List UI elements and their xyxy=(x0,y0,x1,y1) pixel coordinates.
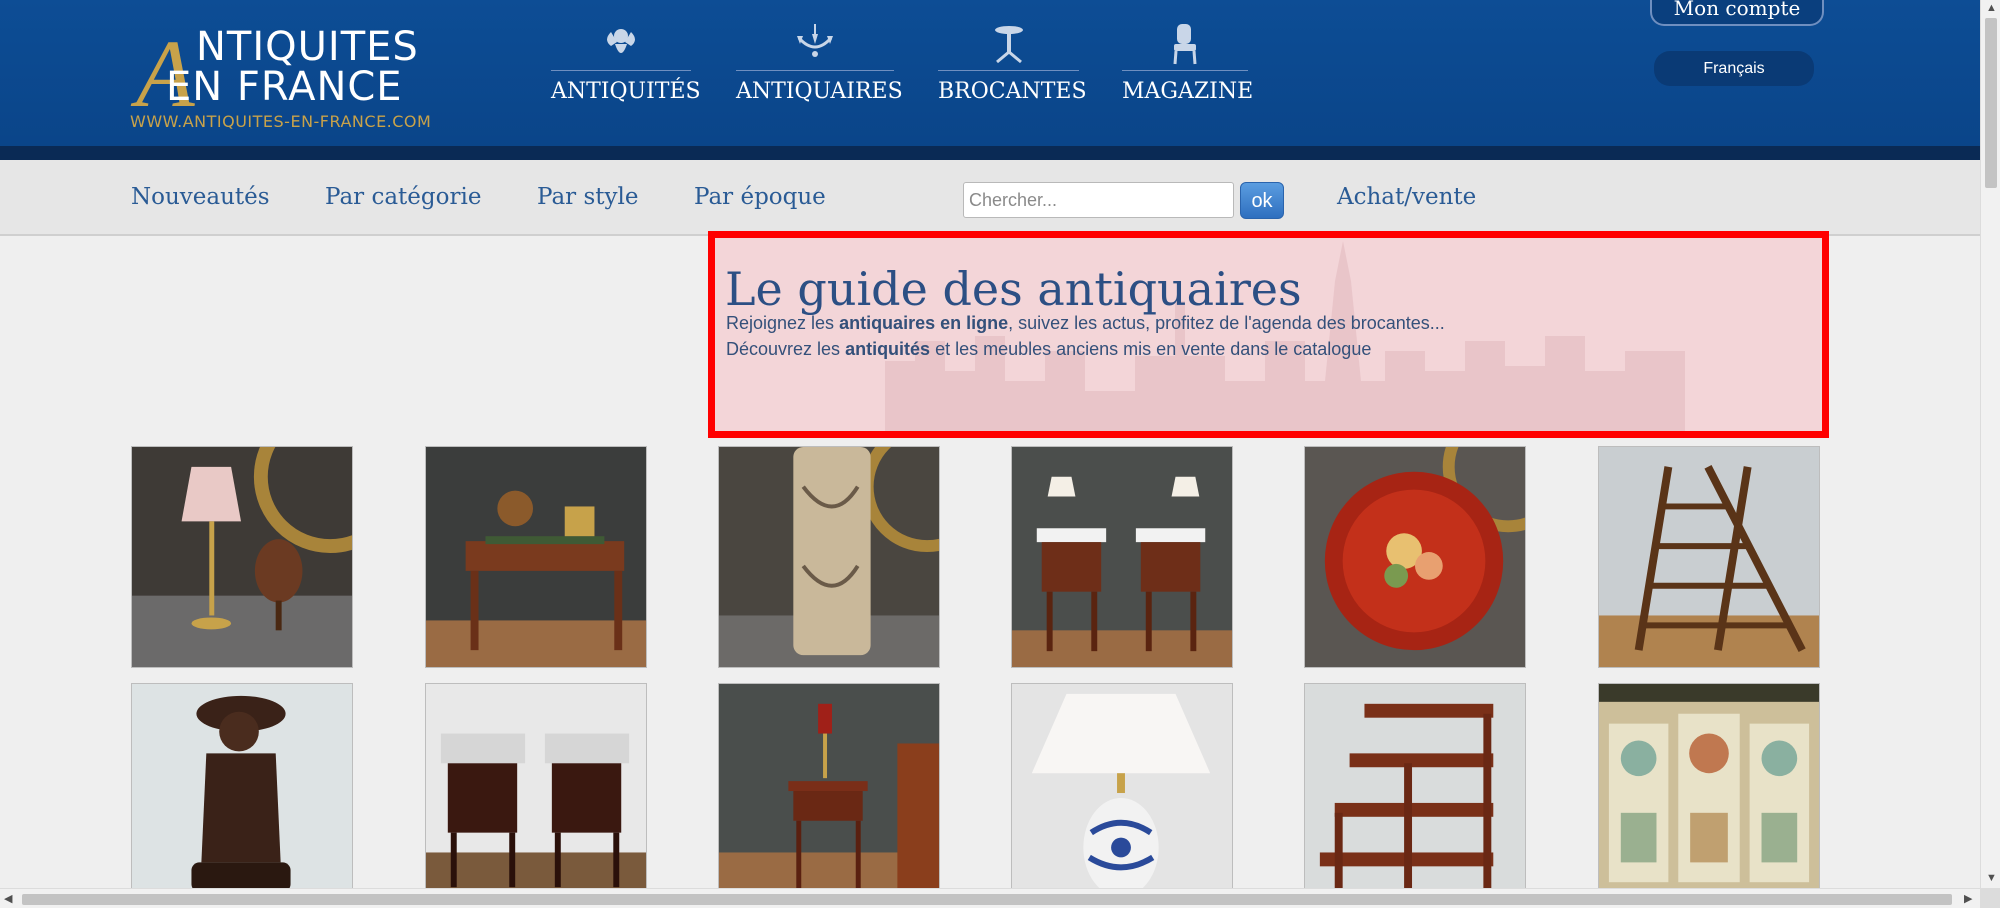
logo-text-line2: EN FRANCE xyxy=(166,64,403,110)
marble-top-nightstands-photo xyxy=(426,684,646,904)
pair-of-nightstands-photo xyxy=(1012,447,1232,667)
product-tile-library-ladder[interactable] xyxy=(1598,446,1820,668)
subnav-par-categorie[interactable]: Par catégorie xyxy=(325,184,481,210)
topnav-magazine[interactable]: MAGAZINE xyxy=(1122,22,1253,112)
bronze-statue-photo xyxy=(132,684,352,904)
umbrella-stand-photo xyxy=(719,447,939,667)
scroll-down-arrow-icon[interactable]: ▼ xyxy=(1986,872,1997,884)
account-button[interactable]: Mon compte xyxy=(1650,0,1824,26)
search-input[interactable] xyxy=(963,182,1234,218)
product-tile-nightstands[interactable] xyxy=(1011,446,1233,668)
small-side-table-photo xyxy=(719,684,939,904)
horizontal-scrollbar[interactable]: ◀ ▶ xyxy=(0,888,1980,908)
horizontal-scroll-thumb[interactable] xyxy=(22,894,1952,905)
blue-white-lamp-photo xyxy=(1012,684,1232,904)
subnav-nouveautes[interactable]: Nouveautés xyxy=(131,184,270,210)
logo-text-line1: NTIQUITES xyxy=(196,24,419,70)
product-tile-umbrella-stand[interactable] xyxy=(718,446,940,668)
scroll-right-arrow-icon[interactable]: ▶ xyxy=(1964,892,1972,905)
writing-desk-photo xyxy=(426,447,646,667)
subnav-achat-vente[interactable]: Achat/vente xyxy=(1337,184,1476,210)
product-tile-bronze-statue[interactable] xyxy=(131,683,353,905)
topnav-brocantes-label: BROCANTES xyxy=(938,79,1087,104)
painted-boiserie-panels-photo xyxy=(1599,684,1819,904)
chandelier-icon xyxy=(793,22,837,66)
armchair-icon xyxy=(1163,22,1207,66)
step-library-stairs-photo xyxy=(1305,684,1525,904)
red-tole-tray-photo xyxy=(1305,447,1525,667)
topnav-brocantes[interactable]: BROCANTES xyxy=(938,22,1087,112)
hero-line-1: Rejoignez les antiquaires en ligne, suiv… xyxy=(726,313,1445,333)
topnav-antiquites-label: ANTIQUITÉS xyxy=(551,79,701,104)
topnav-magazine-label: MAGAZINE xyxy=(1122,79,1254,104)
topnav-antiquites[interactable]: ANTIQUITÉS xyxy=(551,22,701,112)
product-tile-painted-panels[interactable] xyxy=(1598,683,1820,905)
product-tile-marble-nightstands[interactable] xyxy=(425,683,647,905)
subnav-par-style[interactable]: Par style xyxy=(537,184,638,210)
topnav-antiquaires[interactable]: ANTIQUAIRES xyxy=(736,22,903,112)
gueridon-table-icon xyxy=(987,22,1031,66)
lamp-and-globe-photo xyxy=(132,447,352,667)
hero-title: Le guide des antiquaires xyxy=(725,262,1302,316)
hero-banner: Le guide des antiquaires Rejoignez les a… xyxy=(708,231,1829,438)
scroll-left-arrow-icon[interactable]: ◀ xyxy=(4,892,12,905)
subnav-par-epoque[interactable]: Par époque xyxy=(694,184,826,210)
product-tile-writing-desk[interactable] xyxy=(425,446,647,668)
vertical-scrollbar[interactable]: ▲ ▼ xyxy=(1980,0,2000,888)
product-tile-lamp-globe[interactable] xyxy=(131,446,353,668)
product-tile-library-steps[interactable] xyxy=(1304,683,1526,905)
product-tile-red-tray[interactable] xyxy=(1304,446,1526,668)
link-antiquaires-en-ligne[interactable]: antiquaires en ligne xyxy=(839,313,1008,333)
topnav-antiquaires-label: ANTIQUAIRES xyxy=(736,79,903,104)
library-ladder-photo xyxy=(1599,447,1819,667)
search-ok-button[interactable]: ok xyxy=(1240,182,1284,219)
site-logo[interactable]: A NTIQUITES EN FRANCE WWW.ANTIQUITES-EN-… xyxy=(130,22,450,132)
product-tile-side-table[interactable] xyxy=(718,683,940,905)
language-selector[interactable]: Français xyxy=(1654,51,1814,86)
logo-url: WWW.ANTIQUITES-EN-FRANCE.COM xyxy=(130,112,432,131)
header-bottom-band xyxy=(0,146,1980,160)
product-tile-blue-lamp[interactable] xyxy=(1011,683,1233,905)
hero-line-2: Découvrez les antiquités et les meubles … xyxy=(726,339,1372,359)
scrollbar-corner xyxy=(1980,888,2000,908)
link-antiquites[interactable]: antiquités xyxy=(845,339,930,359)
scroll-up-arrow-icon[interactable]: ▲ xyxy=(1986,2,1997,14)
vertical-scroll-thumb[interactable] xyxy=(1985,18,1997,188)
cherub-icon xyxy=(599,22,643,66)
